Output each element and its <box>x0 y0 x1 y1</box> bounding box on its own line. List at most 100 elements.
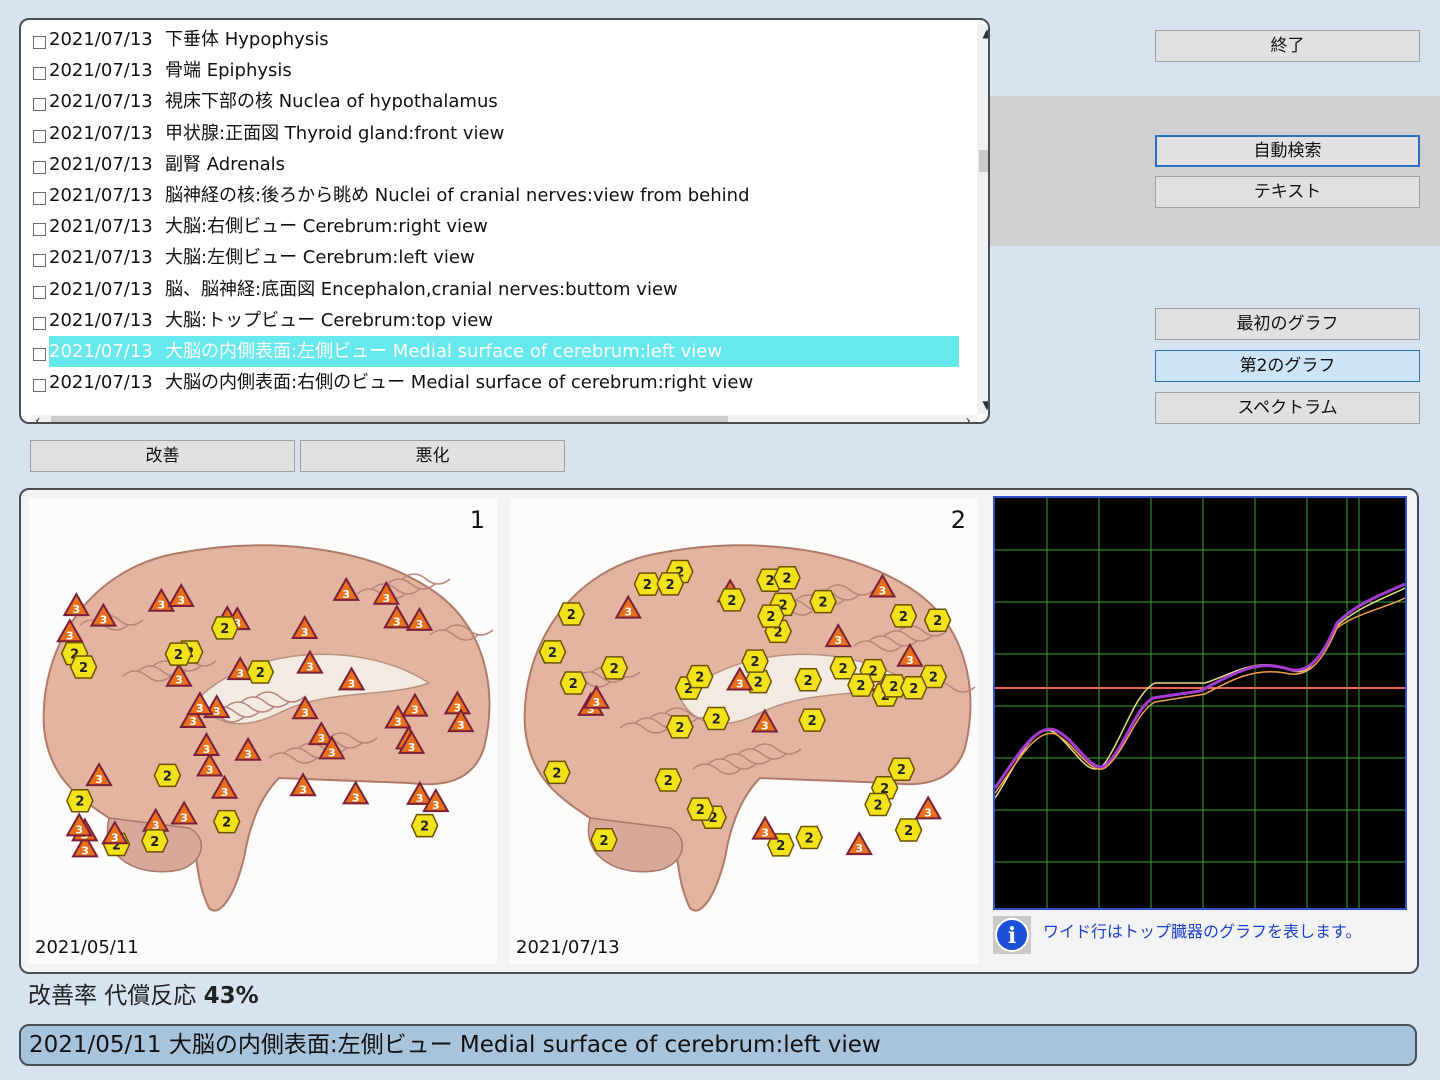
svg-text:3: 3 <box>855 842 863 855</box>
svg-text:2: 2 <box>696 803 705 818</box>
second-graph-button[interactable]: 第2のグラフ <box>1155 350 1420 382</box>
horizontal-scrollbar[interactable]: ‹ › <box>31 413 977 422</box>
svg-text:3: 3 <box>180 811 188 824</box>
svg-text:3: 3 <box>66 629 74 642</box>
svg-text:2: 2 <box>727 594 736 609</box>
svg-text:2: 2 <box>904 824 913 839</box>
list-item[interactable]: 2021/07/13 視床下部の核 Nuclea of hypothalamus <box>31 86 959 117</box>
svg-text:2: 2 <box>548 646 557 661</box>
exit-button[interactable]: 終了 <box>1155 30 1420 62</box>
row-title: 大脳の内側表面:左側ビュー Medial surface of cerebrum… <box>165 340 723 362</box>
list-item[interactable]: 2021/07/13 大脳:右側ビュー Cerebrum:right view <box>31 211 959 242</box>
svg-text:3: 3 <box>906 654 914 667</box>
improvement-value: 43% <box>203 983 259 1009</box>
auto-search-button[interactable]: 自動検索 <box>1155 135 1420 167</box>
svg-text:2: 2 <box>675 721 684 736</box>
list-item[interactable]: 2021/07/13 脳、脳神経:底面図 Encephalon,cranial n… <box>31 274 959 305</box>
row-checkbox[interactable] <box>33 316 46 330</box>
horizontal-scroll-thumb[interactable] <box>51 416 728 422</box>
image-number: 2 <box>950 506 966 534</box>
svg-text:2: 2 <box>754 676 763 691</box>
image-date: 2021/05/11 <box>35 937 139 958</box>
svg-text:i: i <box>1008 923 1016 949</box>
scroll-down-icon[interactable]: ▼ <box>977 398 988 412</box>
row-checkbox[interactable] <box>33 285 46 299</box>
worsen-button[interactable]: 悪化 <box>300 440 565 472</box>
scroll-left-icon[interactable]: ‹ <box>35 413 41 422</box>
row-checkbox[interactable] <box>33 36 46 49</box>
row-date: 2021/07/13 <box>49 60 153 82</box>
row-title: 甲状腺:正面図 Thyroid gland:front view <box>165 122 505 144</box>
svg-text:3: 3 <box>177 594 185 607</box>
scroll-up-icon[interactable]: ▲ <box>977 26 988 40</box>
row-date: 2021/07/13 <box>49 122 153 144</box>
svg-text:2: 2 <box>712 713 721 728</box>
row-checkbox[interactable] <box>33 223 46 237</box>
row-date: 2021/07/13 <box>49 216 153 238</box>
scroll-right-icon[interactable]: › <box>965 413 971 422</box>
svg-text:3: 3 <box>432 799 440 812</box>
scroll-thumb[interactable] <box>979 150 988 172</box>
brain-sagittal-illustration: 2222222323222232223323232223233222222232… <box>523 544 976 912</box>
row-checkbox[interactable] <box>33 191 46 205</box>
svg-text:2: 2 <box>664 774 673 789</box>
svg-text:2: 2 <box>610 662 619 677</box>
organ-list[interactable]: 2021/07/13 下垂体 Hypophysis 2021/07/13 骨端 Epi… <box>31 24 959 398</box>
svg-text:3: 3 <box>206 763 214 776</box>
svg-text:3: 3 <box>328 746 336 759</box>
svg-text:2: 2 <box>897 763 906 778</box>
svg-text:3: 3 <box>411 704 419 717</box>
svg-text:3: 3 <box>111 831 119 844</box>
list-item[interactable]: 2021/07/13 大脳の内側表面:左側ビュー Medial surface o… <box>31 335 959 367</box>
row-date: 2021/07/13 <box>49 29 153 50</box>
svg-text:2: 2 <box>889 680 898 695</box>
svg-text:2: 2 <box>79 661 88 676</box>
row-date: 2021/07/13 <box>49 372 153 394</box>
svg-text:2: 2 <box>420 820 429 835</box>
list-item[interactable]: 2021/07/13 大脳:左側ビュー Cerebrum:left view <box>31 242 959 273</box>
svg-text:2: 2 <box>174 648 183 663</box>
svg-text:3: 3 <box>203 743 211 756</box>
row-checkbox[interactable] <box>33 98 46 112</box>
row-title: 下垂体 Hypophysis <box>165 29 329 50</box>
row-date: 2021/07/13 <box>49 340 153 362</box>
list-item[interactable]: 2021/07/13 脳神経の核:後ろから眺め Nuclei of cranial… <box>31 180 959 211</box>
row-checkbox[interactable] <box>33 160 46 174</box>
svg-text:3: 3 <box>213 705 221 718</box>
svg-text:2: 2 <box>818 596 827 611</box>
improvement-label: 改善率 代償反応 <box>28 983 197 1009</box>
comparison-panel: 2233332333333332333323333332332333223233… <box>19 488 1419 974</box>
svg-text:2: 2 <box>765 574 774 589</box>
row-checkbox[interactable] <box>33 129 46 143</box>
wave-graph <box>993 496 1407 910</box>
row-title: 大脳:左側ビュー Cerebrum:left view <box>165 247 475 269</box>
svg-text:3: 3 <box>382 592 390 605</box>
row-title: 脳神経の核:後ろから眺め Nuclei of cranial nerves:vi… <box>165 184 750 206</box>
list-item[interactable]: 2021/07/13 副腎 Adrenals <box>31 149 959 180</box>
svg-text:3: 3 <box>348 677 356 690</box>
svg-text:3: 3 <box>299 783 307 796</box>
status-bar: 2021/05/11 大脳の内側表面:左側ビュー Medial surface … <box>19 1024 1417 1066</box>
svg-text:2: 2 <box>600 834 609 849</box>
brain-image-2: 2222222323222232223323232223233222222232… <box>510 498 978 964</box>
list-item[interactable]: 2021/07/13 骨端 Epiphysis <box>31 55 959 86</box>
svg-text:3: 3 <box>73 603 81 616</box>
vertical-scrollbar[interactable]: ▲ ▼ <box>977 24 988 414</box>
svg-text:2: 2 <box>776 839 785 854</box>
svg-text:2: 2 <box>783 572 792 587</box>
row-checkbox[interactable] <box>33 67 46 81</box>
wave-graph-svg <box>993 498 1406 908</box>
first-graph-button[interactable]: 最初のグラフ <box>1155 308 1420 340</box>
text-button[interactable]: テキスト <box>1155 176 1420 208</box>
svg-text:2: 2 <box>222 816 231 831</box>
row-checkbox[interactable] <box>33 347 46 361</box>
spectrum-button[interactable]: スペクトラム <box>1155 392 1420 424</box>
list-item[interactable]: 2021/07/13 甲状腺:正面図 Thyroid gland:front vi… <box>31 118 959 149</box>
row-checkbox[interactable] <box>33 254 46 268</box>
list-item[interactable]: 2021/07/13 下垂体 Hypophysis <box>31 24 959 55</box>
list-item[interactable]: 2021/07/13 大脳の内側表面:右側のビュー Medial surface … <box>31 367 959 398</box>
improve-button[interactable]: 改善 <box>30 440 295 472</box>
row-checkbox[interactable] <box>33 379 46 393</box>
list-item[interactable]: 2021/07/13 大脳:トップビュー Cerebrum:top view <box>31 305 959 336</box>
svg-text:3: 3 <box>457 719 465 732</box>
